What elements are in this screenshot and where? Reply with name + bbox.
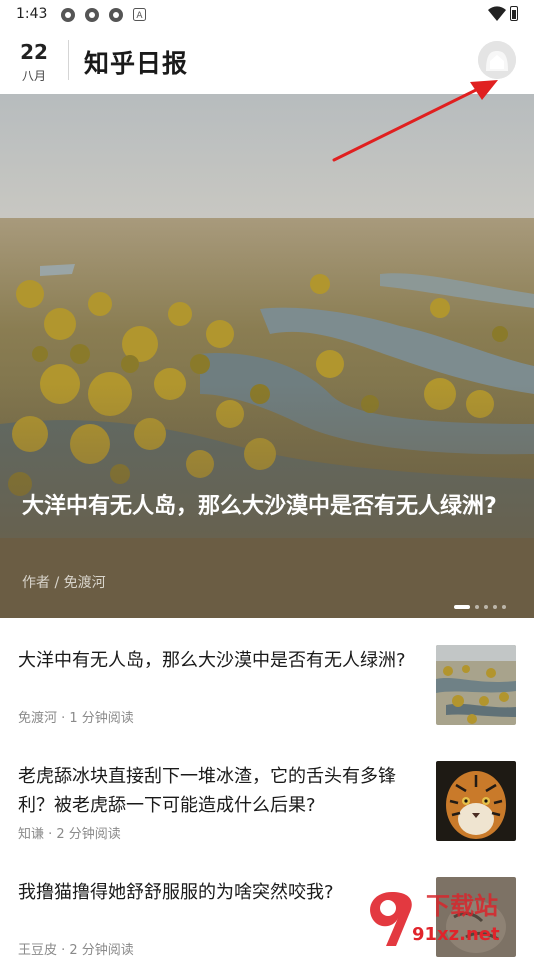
hero-banner[interactable]: 大洋中有无人岛，那么大沙漠中是否有无人绿洲? 作者 / 免渡河	[0, 94, 534, 618]
carousel-dot-active	[454, 604, 470, 609]
annotation-arrow-icon	[332, 80, 498, 162]
header-divider	[68, 40, 69, 80]
article-title: 大洋中有无人岛，那么大沙漠中是否有无人绿洲?	[18, 650, 406, 671]
a-badge-icon: A	[133, 8, 146, 21]
hero-title: 大洋中有无人岛，那么大沙漠中是否有无人绿洲?	[22, 494, 497, 519]
wifi-icon	[488, 6, 506, 22]
app-notification-icon	[61, 8, 75, 22]
article-item[interactable]: 大洋中有无人岛，那么大沙漠中是否有无人绿洲? 免渡河 · 1 分钟阅读	[0, 618, 534, 734]
hero-author: 作者 / 免渡河	[22, 575, 106, 591]
watermark: 下载站 91xz.net	[364, 880, 534, 950]
carousel-indicator	[449, 596, 506, 609]
app-notification-icon	[109, 8, 123, 22]
app-notification-icon	[85, 8, 99, 22]
date-day: 22	[20, 40, 48, 64]
status-bar: 1:43 A	[0, 0, 534, 30]
carousel-dot	[493, 604, 497, 609]
watermark-url: 91xz.net	[412, 924, 500, 945]
carousel-dot	[502, 604, 506, 609]
battery-icon	[510, 6, 518, 21]
watermark-site-text: 下载站	[426, 892, 498, 920]
status-time: 1:43	[16, 6, 48, 22]
tiger-thumbnail	[436, 761, 516, 841]
article-meta: 知谦 · 2 分钟阅读	[18, 827, 121, 842]
svg-text:A: A	[136, 11, 143, 21]
hero-image	[0, 94, 534, 618]
carousel-dot	[475, 604, 479, 609]
article-item[interactable]: 老虎舔冰块直接刮下一堆冰渣，它的舌头有多锋利？被老虎舔一下可能造成什么后果? 知…	[0, 734, 534, 850]
article-title: 我撸猫撸得她舒舒服服的为啥突然咬我?	[18, 882, 334, 903]
carousel-dot	[484, 604, 488, 609]
app-title: 知乎日报	[84, 49, 189, 78]
date-month: 八月	[21, 69, 46, 83]
article-meta: 王豆皮 · 2 分钟阅读	[18, 943, 134, 958]
article-title: 老虎舔冰块直接刮下一堆冰渣，它的舌头有多锋利？被老虎舔一下可能造成什么后果?	[18, 766, 396, 816]
desert-oasis-thumbnail	[436, 645, 516, 725]
article-meta: 免渡河 · 1 分钟阅读	[18, 711, 134, 726]
